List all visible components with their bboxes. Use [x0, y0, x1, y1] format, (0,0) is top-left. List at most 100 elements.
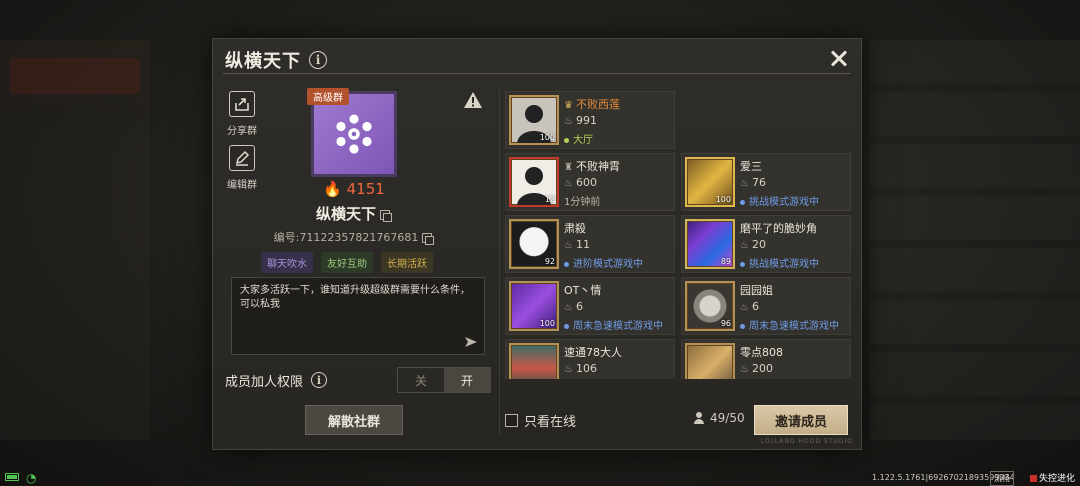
- member-count: 49/50: [693, 411, 745, 425]
- online-only-filter[interactable]: 只看在线: [505, 411, 576, 430]
- member-status: 周末急速模式游戏中: [564, 317, 663, 332]
- member-heat: ♨ 11: [564, 238, 590, 251]
- member-status: 1分钟前: [564, 197, 601, 208]
- member-card[interactable]: 100 OT丶情 ♨ 6 周末急速模式游戏中: [505, 277, 675, 335]
- network-quality-badge: 流畅: [990, 471, 1014, 486]
- member-card[interactable]: 12 ♜ 不败神霄 ♨ 600 1分钟前: [505, 153, 675, 211]
- member-level: 100: [539, 319, 555, 328]
- flame-icon: ♨: [740, 302, 749, 313]
- close-icon[interactable]: [827, 47, 851, 71]
- group-tags: 聊天吹水 友好互助 长期活跃: [261, 252, 433, 273]
- permission-toggle[interactable]: 关 开: [397, 367, 491, 393]
- member-level: 92: [544, 257, 555, 266]
- member-permission-row: 成员加人权限 i 关 开: [225, 367, 491, 393]
- flame-icon: 🔥: [323, 180, 342, 198]
- member-avatar: [685, 343, 735, 379]
- battery-icon: [5, 473, 19, 481]
- announcement-text: 大家多活跃一下，谁知道升级超级群需要什么条件，可以私我: [240, 285, 470, 310]
- member-name: 零点808: [740, 346, 783, 359]
- member-card[interactable]: 100 爱三 ♨ 76 挑战模式游戏中: [681, 153, 851, 211]
- status-dot: [564, 323, 569, 329]
- copy-id-icon[interactable]: [422, 233, 435, 245]
- member-heat: ♨ 991: [564, 114, 597, 127]
- flame-icon: ♨: [564, 302, 573, 313]
- announcement-box[interactable]: 大家多活跃一下，谁知道升级超级群需要什么条件，可以私我: [231, 277, 485, 355]
- flame-icon: ♨: [564, 178, 573, 189]
- online-only-label: 只看在线: [524, 415, 577, 430]
- member-heat: ♨ 6: [740, 300, 759, 313]
- member-level: 12: [544, 195, 555, 204]
- tag: 友好互助: [321, 252, 373, 273]
- person-icon: [693, 412, 705, 424]
- member-heat: ♨ 200: [740, 362, 773, 375]
- member-status: 进阶模式游戏中: [564, 255, 643, 270]
- share-icon: [229, 91, 255, 117]
- group-avatar[interactable]: 高级群: [307, 88, 397, 177]
- dialog-title: 纵横天下: [225, 51, 301, 72]
- game-logo: 失控进化: [1030, 471, 1075, 484]
- group-name-row: 纵横天下: [273, 203, 433, 224]
- member-card[interactable]: 96 园园姐 ♨ 6 周末急速模式游戏中: [681, 277, 851, 335]
- member-level: 100: [715, 195, 731, 204]
- flame-icon: ♨: [740, 178, 749, 189]
- status-dot: [740, 261, 745, 267]
- member-status: 周末急速模式游戏中: [740, 317, 839, 332]
- member-name: 园园姐: [740, 284, 773, 297]
- member-list[interactable]: 100 ♛ 不败西莲 ♨ 991 大厅 12 ♜ 不败神霄 ♨ 600 1分钟前 100…: [505, 91, 851, 379]
- edit-group-button[interactable]: 编辑群: [225, 145, 259, 191]
- flame-icon: ♨: [564, 364, 573, 375]
- share-group-label: 分享群: [227, 126, 257, 137]
- member-heat: ♨ 6: [564, 300, 583, 313]
- edit-group-label: 编辑群: [227, 180, 257, 191]
- background-left-panel: [0, 40, 150, 440]
- member-card[interactable]: 89 磨平了的脆妙角 ♨ 20 挑战模式游戏中: [681, 215, 851, 273]
- member-avatar: 12: [509, 157, 559, 207]
- tag: 长期活跃: [381, 252, 433, 273]
- member-avatar: 96: [685, 281, 735, 331]
- online-only-checkbox[interactable]: [505, 414, 518, 427]
- member-name: 磨平了的脆妙角: [740, 222, 817, 235]
- flame-icon: ♨: [740, 364, 749, 375]
- member-card[interactable]: 100 ♛ 不败西莲 ♨ 991 大厅: [505, 91, 675, 149]
- status-dot: [564, 261, 569, 267]
- permission-info-icon[interactable]: i: [311, 372, 328, 388]
- member-card[interactable]: 零点808 ♨ 200: [681, 339, 851, 379]
- member-heat: ♨ 76: [740, 176, 766, 189]
- member-status: 挑战模式游戏中: [740, 193, 819, 208]
- wifi-icon: ◔: [26, 471, 37, 485]
- member-count-value: 49/50: [710, 411, 745, 425]
- member-name: ♛ 不败西莲: [564, 98, 620, 111]
- flame-icon: ♨: [564, 116, 573, 127]
- member-name: 肃殺: [564, 222, 586, 235]
- member-name: ♜ 不败神霄: [564, 160, 620, 173]
- warning-icon[interactable]: [463, 91, 483, 109]
- member-status: 大厅: [564, 131, 593, 146]
- member-avatar: 92: [509, 219, 559, 269]
- invite-members-button[interactable]: 邀请成员: [754, 405, 848, 435]
- member-avatar: 100: [509, 95, 559, 145]
- group-dialog: 纵横天下 i 分享群 编辑群 高级群 🔥 4151 纵横天下 编号:711223…: [212, 38, 862, 450]
- toggle-on-option[interactable]: 开: [444, 368, 490, 392]
- group-heat: 🔥 4151: [309, 180, 399, 198]
- title-divider: [223, 73, 851, 74]
- group-name: 纵横天下: [315, 205, 376, 223]
- member-heat: ♨ 600: [564, 176, 597, 189]
- member-card[interactable]: 92 肃殺 ♨ 11 进阶模式游戏中: [505, 215, 675, 273]
- info-icon[interactable]: i: [309, 51, 327, 69]
- member-avatar: 100: [685, 157, 735, 207]
- pencil-icon: [229, 145, 255, 171]
- member-heat: ♨ 20: [740, 238, 766, 251]
- member-card[interactable]: 速通78大人 ♨ 106: [505, 339, 675, 379]
- toggle-off-option[interactable]: 关: [398, 368, 444, 392]
- crown-icon: ♛: [564, 100, 573, 111]
- title-bar: 纵横天下 i: [225, 47, 327, 73]
- member-avatar: [509, 343, 559, 379]
- status-dot: [740, 199, 745, 205]
- copy-icon[interactable]: [380, 209, 392, 222]
- send-icon[interactable]: [464, 336, 478, 348]
- background-right-panel: [870, 40, 1080, 440]
- group-heat-value: 4151: [346, 180, 385, 198]
- share-group-button[interactable]: 分享群: [225, 91, 259, 137]
- member-avatar: 100: [509, 281, 559, 331]
- disband-group-button[interactable]: 解散社群: [305, 405, 403, 435]
